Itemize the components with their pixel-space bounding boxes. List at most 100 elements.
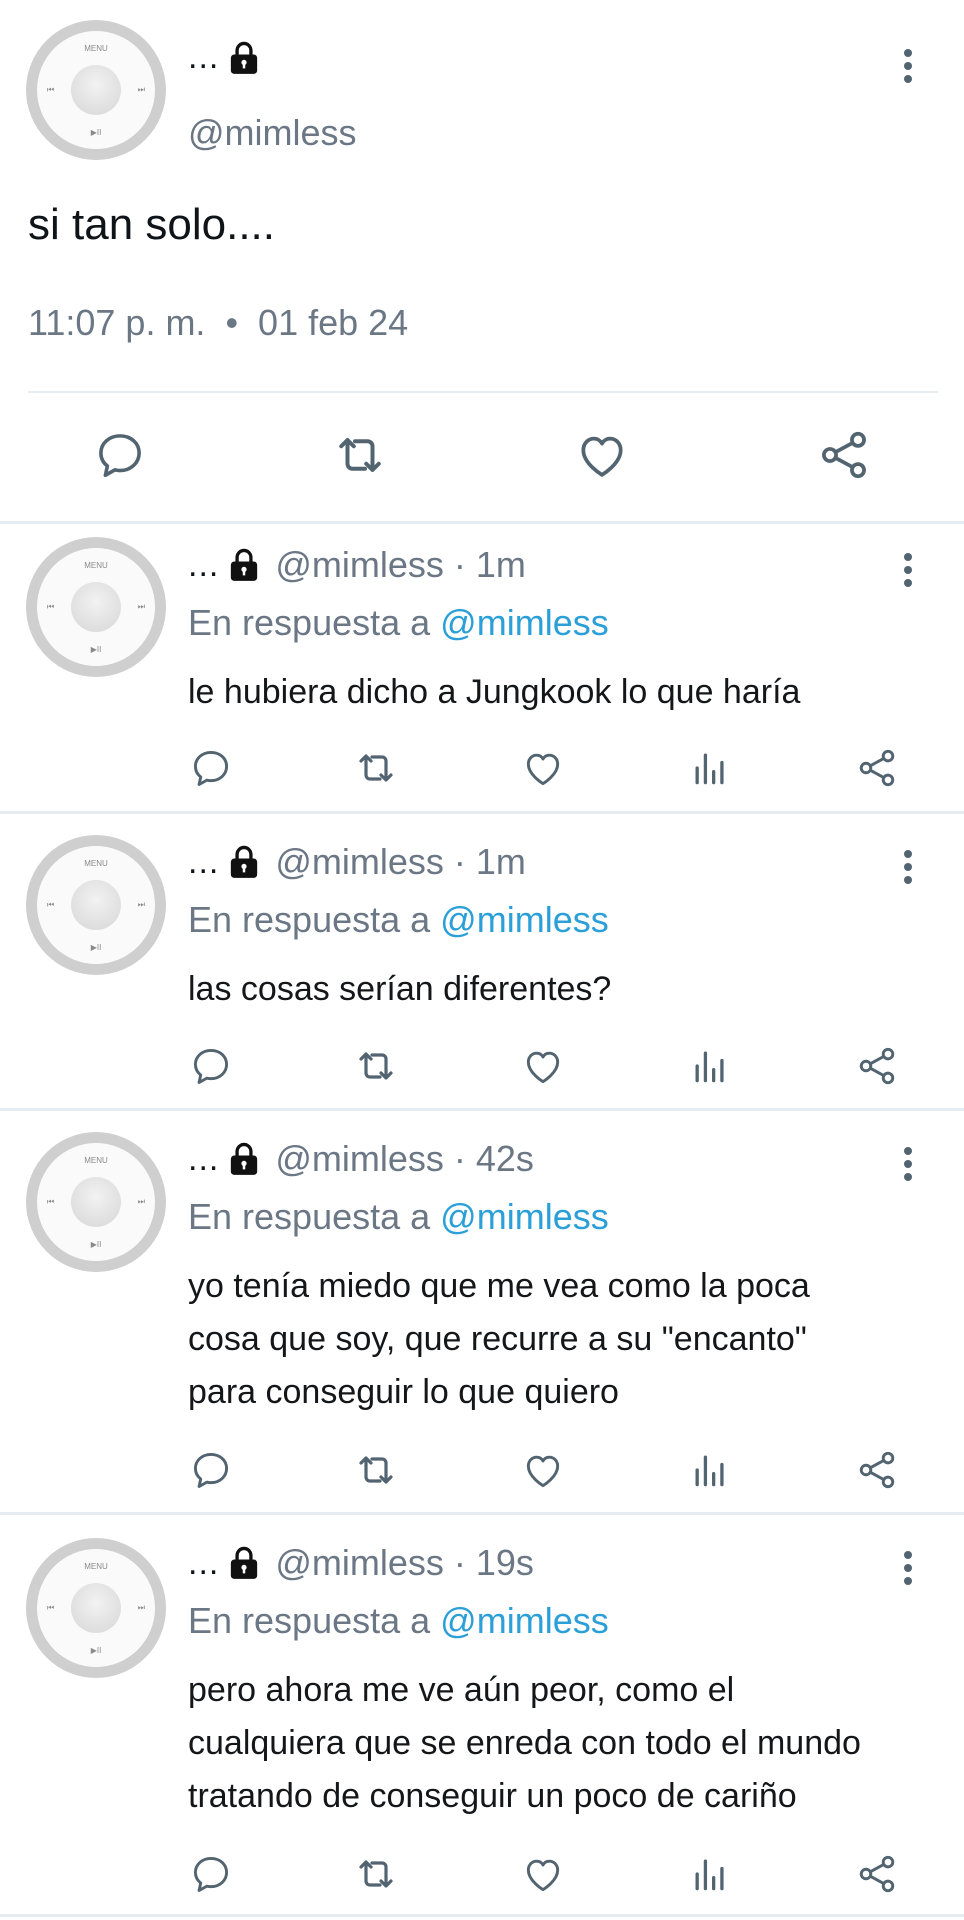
- mention-link[interactable]: @mimless: [440, 602, 609, 643]
- text-line: pero ahora me ve aún peor, como el: [188, 1671, 735, 1709]
- handle-and-time: @mimless · 42s: [275, 1138, 534, 1179]
- share-icon[interactable]: [851, 1852, 903, 1896]
- menu-label: MENU: [84, 561, 108, 570]
- handle-and-time: @mimless · 19s: [275, 1542, 534, 1583]
- retweet-icon[interactable]: [350, 1448, 402, 1492]
- heart-icon[interactable]: [517, 1852, 569, 1896]
- text-line: tratando de conseguir un poco de cariño: [188, 1777, 797, 1815]
- reply-icon[interactable]: [185, 1852, 237, 1896]
- text-line: para conseguir lo que quiero: [188, 1373, 619, 1411]
- next-icon: ⏭: [137, 1603, 145, 1612]
- heart-icon[interactable]: [572, 425, 632, 485]
- next-icon: ⏭: [137, 85, 145, 94]
- display-name-row[interactable]: ... @mimless · 42s: [188, 1138, 534, 1180]
- mention-link[interactable]: @mimless: [440, 899, 609, 940]
- share-icon[interactable]: [851, 746, 903, 790]
- tweet-time: 11:07 p. m.: [28, 302, 206, 343]
- menu-label: MENU: [84, 44, 108, 53]
- text-line: cosa que soy, que recurre a su "encanto": [188, 1320, 807, 1358]
- display-name: ...: [188, 38, 220, 76]
- mention-link[interactable]: @mimless: [440, 1600, 609, 1641]
- user-handle[interactable]: @mimless: [188, 112, 357, 154]
- reply-prefix: En respuesta a: [188, 602, 431, 643]
- play-pause-icon: ▶II: [90, 1240, 102, 1249]
- next-icon: ⏭: [137, 1197, 145, 1206]
- reply-prefix: En respuesta a: [188, 1600, 431, 1641]
- prev-icon: ⏮: [47, 602, 55, 611]
- tweet-text: si tan solo....: [28, 200, 276, 249]
- more-options-icon[interactable]: [888, 550, 928, 590]
- reply-icon[interactable]: [185, 746, 237, 790]
- more-options-icon[interactable]: [888, 847, 928, 887]
- play-pause-icon: ▶II: [90, 1646, 102, 1655]
- mention-link[interactable]: @mimless: [440, 1196, 609, 1237]
- retweet-icon[interactable]: [350, 1852, 402, 1896]
- lock-icon: [227, 1545, 261, 1581]
- menu-label: MENU: [84, 1562, 108, 1571]
- lock-icon: [227, 1141, 261, 1177]
- reply-prefix: En respuesta a: [188, 1196, 431, 1237]
- views-icon[interactable]: [684, 1448, 736, 1492]
- reply-context: En respuesta a @mimless: [188, 899, 609, 941]
- share-icon[interactable]: [851, 1448, 903, 1492]
- center-button: [71, 1177, 121, 1227]
- tweet-timestamp: 11:07 p. m. • 01 feb 24: [28, 302, 408, 344]
- views-icon[interactable]: [684, 1044, 736, 1088]
- avatar[interactable]: MENU ⏮ ⏭ ▶II: [26, 835, 166, 975]
- section-divider: [0, 811, 964, 814]
- avatar[interactable]: MENU ⏮ ⏭ ▶II: [26, 1132, 166, 1272]
- reply-prefix: En respuesta a: [188, 899, 431, 940]
- more-options-icon[interactable]: [888, 1144, 928, 1184]
- views-icon[interactable]: [684, 746, 736, 790]
- lock-icon: [227, 547, 261, 583]
- section-divider: [0, 521, 964, 524]
- center-button: [71, 65, 121, 115]
- display-name-row[interactable]: ... @mimless · 1m: [188, 841, 526, 883]
- play-pause-icon: ▶II: [90, 645, 102, 654]
- section-divider: [0, 1914, 964, 1917]
- heart-icon[interactable]: [517, 1044, 569, 1088]
- avatar[interactable]: MENU ⏮ ⏭ ▶II: [26, 20, 166, 160]
- menu-label: MENU: [84, 859, 108, 868]
- next-icon: ⏭: [137, 602, 145, 611]
- click-wheel: MENU ⏮ ⏭ ▶II: [37, 1143, 155, 1261]
- views-icon[interactable]: [684, 1852, 736, 1896]
- tweet-text: las cosas serían diferentes?: [188, 963, 611, 1016]
- display-name: ...: [188, 545, 220, 584]
- prev-icon: ⏮: [47, 85, 55, 94]
- more-options-icon[interactable]: [888, 46, 928, 86]
- share-icon[interactable]: [851, 1044, 903, 1088]
- avatar[interactable]: MENU ⏮ ⏭ ▶II: [26, 1538, 166, 1678]
- center-button: [71, 582, 121, 632]
- text-line: cualquiera que se enreda con todo el mun…: [188, 1724, 861, 1762]
- menu-label: MENU: [84, 1156, 108, 1165]
- retweet-icon[interactable]: [350, 1044, 402, 1088]
- display-name-row[interactable]: ...: [188, 38, 261, 77]
- lock-icon: [227, 40, 261, 76]
- center-button: [71, 880, 121, 930]
- heart-icon[interactable]: [517, 1448, 569, 1492]
- retweet-icon[interactable]: [330, 425, 390, 485]
- reply-icon[interactable]: [90, 425, 150, 485]
- avatar[interactable]: MENU ⏮ ⏭ ▶II: [26, 537, 166, 677]
- lock-icon: [227, 844, 261, 880]
- retweet-icon[interactable]: [350, 746, 402, 790]
- prev-icon: ⏮: [47, 900, 55, 909]
- center-button: [71, 1583, 121, 1633]
- heart-icon[interactable]: [517, 746, 569, 790]
- tweet-date: 01 feb 24: [258, 302, 409, 343]
- divider: [28, 391, 938, 393]
- more-options-icon[interactable]: [888, 1548, 928, 1588]
- reply-icon[interactable]: [185, 1448, 237, 1492]
- display-name-row[interactable]: ... @mimless · 19s: [188, 1542, 534, 1584]
- display-name-row[interactable]: ... @mimless · 1m: [188, 544, 526, 586]
- section-divider: [0, 1512, 964, 1515]
- text-line: le hubiera dicho a Jungkook lo que haría: [188, 673, 801, 711]
- prev-icon: ⏮: [47, 1603, 55, 1612]
- tweet-text: le hubiera dicho a Jungkook lo que haría: [188, 666, 800, 719]
- text-line: las cosas serían diferentes?: [188, 970, 612, 1008]
- section-divider: [0, 1108, 964, 1111]
- share-icon[interactable]: [814, 425, 874, 485]
- reply-icon[interactable]: [185, 1044, 237, 1088]
- click-wheel: MENU ⏮ ⏭ ▶II: [37, 548, 155, 666]
